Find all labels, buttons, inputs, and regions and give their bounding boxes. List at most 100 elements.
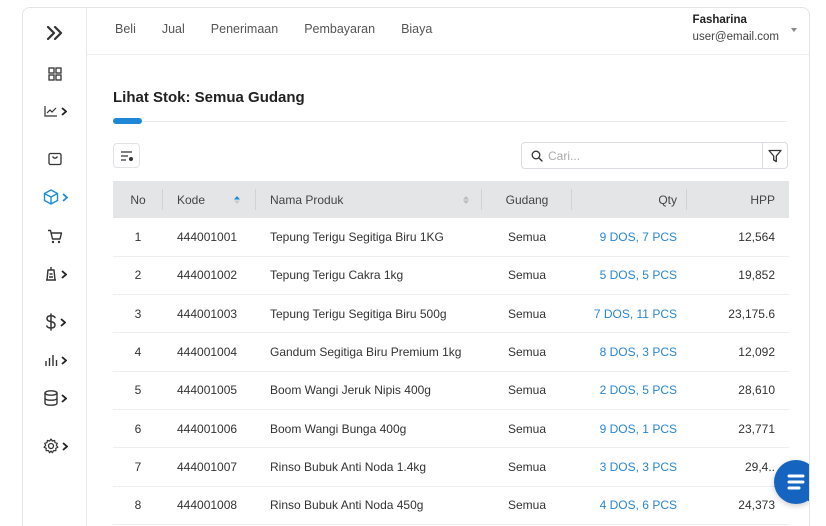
nav-biaya[interactable]: Biaya (401, 22, 432, 36)
table-row[interactable]: 1 444001001 Tepung Terigu Segitiga Biru 1K… (113, 218, 789, 257)
chevron-right-icon (61, 192, 68, 202)
user-menu[interactable]: Fasharina user@email.com (693, 14, 779, 43)
cell-no: 6 (113, 409, 163, 449)
cell-gudang: Semua (482, 486, 572, 525)
sidebar-item-analytics[interactable] (23, 96, 87, 126)
cell-kode: 444001001 (163, 218, 256, 257)
cell-kode: 444001004 (163, 332, 256, 372)
header-hpp-label: HPP (750, 192, 775, 207)
header-nama-label: Nama Produk (270, 192, 344, 207)
chevron-right-icon (60, 269, 67, 279)
tower-icon (45, 267, 56, 281)
header-hpp[interactable]: HPP (687, 181, 789, 218)
cell-gudang: Semua (482, 371, 572, 410)
search-input[interactable] (548, 148, 748, 163)
table-row[interactable]: 5 444001005 Boom Wangi Jeruk Nipis 400g Sem… (113, 371, 789, 410)
sidebar-item-purchase[interactable] (23, 144, 87, 174)
qty-link[interactable]: 3 DOS, 3 PCS (600, 460, 677, 474)
cell-kode: 444001005 (163, 371, 256, 410)
header-nama-produk[interactable]: Nama Produk (256, 181, 482, 218)
dollar-icon (45, 313, 56, 331)
cell-hpp: 28,610 (687, 371, 789, 410)
sidebar-item-inventory[interactable] (23, 182, 87, 212)
chevron-right-icon (60, 393, 67, 403)
cell-no: 8 (113, 486, 163, 525)
table-row[interactable]: 6 444001006 Boom Wangi Bunga 400g Semua 9 DO… (113, 409, 789, 449)
cell-kode: 444001002 (163, 256, 256, 296)
nav-jual[interactable]: Jual (162, 22, 185, 36)
cell-kode: 444001007 (163, 447, 256, 487)
qty-link[interactable]: 4 DOS, 6 PCS (600, 498, 677, 512)
table-row[interactable]: 3 444001003 Tepung Terigu Segitiga Biru 50… (113, 294, 789, 334)
cell-qty: 7 DOS, 11 PCS (572, 294, 687, 334)
box-icon (43, 189, 58, 205)
table-row[interactable]: 4 444001004 Gandum Segitiga Biru Premium 1… (113, 332, 789, 372)
nav-beli[interactable]: Beli (115, 22, 136, 36)
cell-nama-produk: Tepung Terigu Cakra 1kg (256, 256, 482, 296)
cell-hpp: 12,564 (687, 218, 789, 257)
cell-qty: 8 DOS, 3 PCS (572, 332, 687, 372)
gear-icon (43, 438, 58, 454)
chevron-right-icon (61, 441, 68, 451)
table-header-row: No Kode Nama Produk Gudang Qty HPP (113, 181, 789, 218)
header-kode[interactable]: Kode (163, 181, 256, 218)
cell-nama-produk: Tepung Terigu Segitiga Biru 500g (256, 294, 482, 334)
tab-indicator (113, 118, 142, 124)
chat-support-button[interactable] (774, 460, 809, 504)
cell-qty: 5 DOS, 5 PCS (572, 256, 687, 296)
qty-link[interactable]: 7 DOS, 11 PCS (594, 307, 677, 321)
qty-link[interactable]: 9 DOS, 7 PCS (600, 230, 677, 244)
sidebar-item-dashboard[interactable] (23, 59, 87, 89)
header-gudang-label: Gudang (505, 192, 549, 207)
top-navigation: Beli Jual Penerimaan Pembayaran Biaya (115, 22, 458, 36)
app-window: Beli Jual Penerimaan Pembayaran Biaya Fa… (22, 7, 810, 526)
header-no[interactable]: No (113, 181, 163, 218)
sidebar-item-settings[interactable] (23, 431, 87, 461)
caret-down-icon[interactable] (791, 28, 797, 32)
chevron-right-icon (59, 317, 66, 327)
cell-qty: 2 DOS, 5 PCS (572, 371, 687, 410)
sidebar-item-finance[interactable] (23, 307, 87, 337)
column-filter-button[interactable] (113, 143, 140, 168)
cell-no: 5 (113, 371, 163, 410)
cell-gudang: Semua (482, 447, 572, 487)
top-bar: Beli Jual Penerimaan Pembayaran Biaya Fa… (87, 8, 809, 55)
qty-link[interactable]: 8 DOS, 3 PCS (600, 345, 677, 359)
cell-qty: 4 DOS, 6 PCS (572, 486, 687, 525)
table-row[interactable]: 7 444001007 Rinso Bubuk Anti Noda 1.4kg Sem… (113, 447, 789, 487)
sidebar-item-sales[interactable] (23, 221, 87, 251)
cell-kode: 444001003 (163, 294, 256, 334)
chevron-right-icon (60, 106, 67, 116)
sidebar (23, 8, 87, 526)
cell-gudang: Semua (482, 294, 572, 334)
cell-gudang: Semua (482, 256, 572, 296)
cell-qty: 9 DOS, 1 PCS (572, 409, 687, 449)
search-icon (531, 150, 543, 162)
sidebar-item-database[interactable] (23, 383, 87, 413)
cell-no: 2 (113, 256, 163, 296)
cell-gudang: Semua (482, 332, 572, 372)
cell-no: 4 (113, 332, 163, 372)
cell-gudang: Semua (482, 218, 572, 257)
qty-link[interactable]: 5 DOS, 5 PCS (600, 268, 677, 282)
table-row[interactable]: 8 444001008 Rinso Bubuk Anti Noda 450g Semu… (113, 486, 789, 525)
chart-line-icon (43, 106, 57, 117)
funnel-icon (768, 149, 782, 162)
chevron-right-icon (60, 355, 67, 365)
header-qty[interactable]: Qty (572, 181, 687, 218)
qty-link[interactable]: 2 DOS, 5 PCS (600, 383, 677, 397)
cell-nama-produk: Rinso Bubuk Anti Noda 450g (256, 486, 482, 525)
sidebar-item-reports[interactable] (23, 345, 87, 375)
filter-button[interactable] (762, 142, 788, 169)
header-gudang[interactable]: Gudang (482, 181, 572, 218)
nav-penerimaan[interactable]: Penerimaan (211, 22, 278, 36)
chat-icon (787, 474, 805, 490)
table-row[interactable]: 2 444001002 Tepung Terigu Cakra 1kg Semua 5 … (113, 256, 789, 296)
sidebar-item-assets[interactable] (23, 259, 87, 289)
sidebar-toggle-button[interactable] (23, 18, 87, 48)
cell-qty: 9 DOS, 7 PCS (572, 218, 687, 257)
qty-link[interactable]: 9 DOS, 1 PCS (600, 422, 677, 436)
cell-nama-produk: Gandum Segitiga Biru Premium 1kg (256, 332, 482, 372)
cell-hpp: 19,852 (687, 256, 789, 296)
nav-pembayaran[interactable]: Pembayaran (304, 22, 375, 36)
